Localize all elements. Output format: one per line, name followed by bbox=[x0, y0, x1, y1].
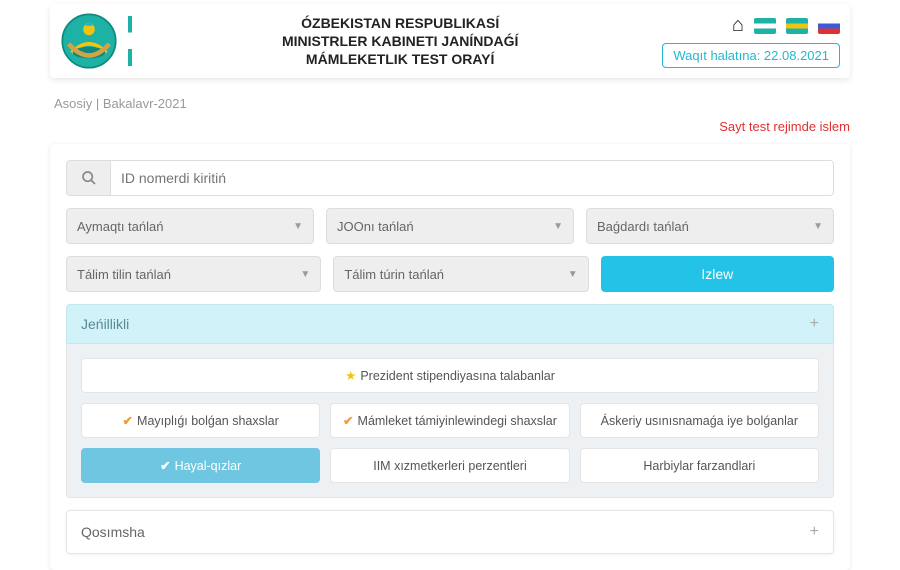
chip-label: IIM xızmetkerleri perzentleri bbox=[373, 459, 527, 473]
select-label: Tálim túrin tańlań bbox=[344, 267, 444, 282]
caret-down-icon: ▼ bbox=[568, 269, 578, 280]
divider-stripe bbox=[128, 16, 132, 66]
accordion-title: Qosımsha bbox=[81, 524, 145, 540]
search-button[interactable]: Izlew bbox=[601, 256, 834, 292]
flag-ru[interactable] bbox=[818, 18, 840, 34]
caret-down-icon: ▼ bbox=[300, 269, 310, 280]
privileges-accordion-header[interactable]: Jeńillikli + bbox=[66, 304, 834, 344]
chip-label: Mayıplıǵı bolǵan shaxslar bbox=[137, 414, 279, 428]
select-label: Aymaqtı tańlań bbox=[77, 219, 163, 234]
select-label: Baǵdardı tańlań bbox=[597, 219, 689, 234]
title-block: ÓZBEKISTAN RESPUBLIKASÍ MINISTRLER KABIN… bbox=[148, 14, 652, 69]
additional-accordion-header[interactable]: Qosımsha + bbox=[66, 510, 834, 554]
caret-down-icon: ▼ bbox=[293, 221, 303, 232]
chip-iim[interactable]: IIM xızmetkerleri perzentleri bbox=[330, 448, 569, 483]
flag-kk[interactable] bbox=[786, 18, 808, 34]
home-icon[interactable]: ⌂ bbox=[732, 14, 744, 37]
caret-down-icon: ▼ bbox=[553, 221, 563, 232]
caret-down-icon: ▼ bbox=[813, 221, 823, 232]
plus-icon: + bbox=[810, 315, 819, 333]
check-icon: ✔ bbox=[123, 413, 133, 428]
check-icon: ✔ bbox=[160, 458, 170, 473]
time-badge: Waqıt halatına: 22.08.2021 bbox=[662, 43, 840, 68]
chip-label: Hayal-qızlar bbox=[175, 459, 242, 473]
title-line: MINISTRLER KABINETI JANÍNDAǴÍ bbox=[148, 32, 652, 50]
main-panel: Aymaqtı tańlań ▼ JOOnı tańlań ▼ Baǵdardı… bbox=[50, 144, 850, 570]
chip-label: Mámleket támiyinlewindegi shaxslar bbox=[358, 414, 557, 428]
search-icon-button[interactable] bbox=[66, 160, 110, 196]
chip-label: Prezident stipendiyasına talabanlar bbox=[360, 369, 555, 383]
joo-select[interactable]: JOOnı tańlań ▼ bbox=[326, 208, 574, 244]
lang-select[interactable]: Tálim tilin tańlań ▼ bbox=[66, 256, 321, 292]
header-right: ⌂ Waqıt halatına: 22.08.2021 bbox=[662, 14, 840, 68]
privileges-accordion-body: ★ Prezident stipendiyasına talabanlar ✔ … bbox=[66, 344, 834, 498]
check-icon: ✔ bbox=[343, 413, 353, 428]
flag-uz[interactable] bbox=[754, 18, 776, 34]
region-select[interactable]: Aymaqtı tańlań ▼ bbox=[66, 208, 314, 244]
chip-label: Áskeriy usınısnamaǵa iye bolǵanlar bbox=[601, 414, 798, 428]
plus-icon: + bbox=[810, 523, 819, 541]
header: ÓZBEKISTAN RESPUBLIKASÍ MINISTRLER KABIN… bbox=[50, 4, 850, 78]
direction-select[interactable]: Baǵdardı tańlań ▼ bbox=[586, 208, 834, 244]
chip-women[interactable]: ✔ Hayal-qızlar bbox=[81, 448, 320, 483]
type-select[interactable]: Tálim túrin tańlań ▼ bbox=[333, 256, 588, 292]
select-label: Tálim tilin tańlań bbox=[77, 267, 171, 282]
chip-military-kids[interactable]: Harbiylar farzandlari bbox=[580, 448, 819, 483]
title-line: MÁMLEKETLIK TEST ORAYÍ bbox=[148, 50, 652, 68]
chip-label: Harbiylar farzandlari bbox=[643, 459, 755, 473]
marquee-text: Sayt test rejimde islem bbox=[50, 119, 850, 134]
chip-president[interactable]: ★ Prezident stipendiyasına talabanlar bbox=[81, 358, 819, 393]
star-icon: ★ bbox=[345, 368, 356, 383]
chip-disabled[interactable]: ✔ Mayıplıǵı bolǵan shaxslar bbox=[81, 403, 320, 438]
chip-state-support[interactable]: ✔ Mámleket támiyinlewindegi shaxslar bbox=[330, 403, 569, 438]
title-line: ÓZBEKISTAN RESPUBLIKASÍ bbox=[148, 14, 652, 32]
id-search-input[interactable] bbox=[110, 160, 834, 196]
breadcrumb: Asosiy | Bakalavr-2021 bbox=[50, 78, 850, 119]
chip-military-rec[interactable]: Áskeriy usınısnamaǵa iye bolǵanlar bbox=[580, 403, 819, 438]
accordion-title: Jeńillikli bbox=[81, 316, 129, 332]
select-label: JOOnı tańlań bbox=[337, 219, 414, 234]
state-emblem bbox=[60, 12, 118, 70]
